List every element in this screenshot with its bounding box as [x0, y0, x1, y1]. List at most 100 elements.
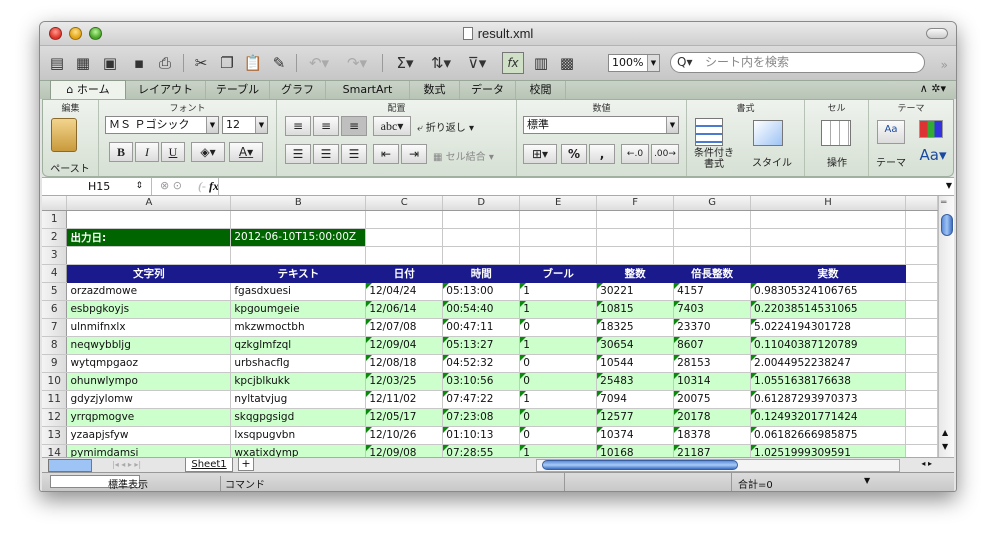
font-name-select[interactable]: ＭＳ Ｐゴシック ▼: [105, 116, 219, 134]
cell[interactable]: 整数: [596, 264, 675, 283]
cell[interactable]: [596, 228, 675, 247]
cell[interactable]: 1.0551638176638: [750, 372, 906, 391]
gallery-icon[interactable]: ▦: [72, 52, 94, 74]
tab-formulas[interactable]: 数式: [410, 81, 460, 100]
cell[interactable]: 03:10:56: [442, 372, 521, 391]
cell[interactable]: [442, 228, 521, 247]
tab-smartart[interactable]: SmartArt: [326, 81, 410, 100]
cell[interactable]: 2.0044952238247: [750, 354, 906, 373]
conditional-format-icon[interactable]: [695, 118, 723, 146]
cell[interactable]: 1.0251999309591: [750, 444, 906, 457]
cell-ops-icon[interactable]: [821, 120, 851, 146]
cell[interactable]: 05:13:27: [442, 336, 521, 355]
normal-view-icon[interactable]: [48, 459, 92, 472]
decrease-decimal-icon[interactable]: .00→: [651, 144, 679, 164]
cell[interactable]: neqwybbljg: [66, 336, 232, 355]
cell[interactable]: 8607: [673, 336, 752, 355]
wrap-text-button[interactable]: ⤶ 折り返し ▾: [417, 119, 487, 134]
cell[interactable]: 12/09/04: [365, 336, 444, 355]
zoom-select[interactable]: 100% ▼: [608, 54, 660, 72]
cell[interactable]: [673, 246, 752, 265]
column-header-B[interactable]: B: [230, 196, 367, 211]
sum-status[interactable]: 合計=0: [738, 476, 773, 491]
toolbar-toggle-button[interactable]: [926, 28, 948, 39]
cell[interactable]: [230, 246, 367, 265]
column-header-C[interactable]: C: [365, 196, 444, 211]
row-header[interactable]: 5: [42, 282, 68, 301]
cell[interactable]: [66, 246, 232, 265]
cell[interactable]: 時間: [442, 264, 521, 283]
cell[interactable]: 2012-06-10T15:00:00Z: [230, 228, 367, 247]
undo-icon[interactable]: ↶▾: [302, 52, 336, 74]
tab-data[interactable]: データ: [460, 81, 516, 100]
cell[interactable]: 0: [519, 408, 598, 427]
cell[interactable]: 20178: [673, 408, 752, 427]
align-left-icon[interactable]: ☰: [285, 144, 311, 164]
cell[interactable]: mkzwmoctbh: [230, 318, 367, 337]
spreadsheet-grid[interactable]: A B C D E F G H 1 2 出力日: 2012-06-10T15:00:00Z 3 4 文字列テ…: [42, 196, 938, 457]
cell[interactable]: 10544: [596, 354, 675, 373]
cell[interactable]: 0.22038514531065: [750, 300, 906, 319]
column-header-A[interactable]: A: [66, 196, 232, 211]
cell[interactable]: yzaapjsfyw: [66, 426, 232, 445]
increase-decimal-icon[interactable]: ←.0: [621, 144, 649, 164]
comma-button[interactable]: ,: [589, 144, 615, 164]
cell[interactable]: [365, 246, 444, 265]
cell[interactable]: 0.11040387120789: [750, 336, 906, 355]
cell[interactable]: gdyzjylomw: [66, 390, 232, 409]
cell[interactable]: 4157: [673, 282, 752, 301]
formula-input[interactable]: [218, 178, 940, 195]
cell[interactable]: テキスト: [230, 264, 367, 283]
sheet-nav-icon[interactable]: |◂ ◂ ▸ ▸|: [112, 460, 141, 469]
cell[interactable]: [365, 228, 444, 247]
cell[interactable]: 12/08/18: [365, 354, 444, 373]
row-header[interactable]: 4: [42, 264, 68, 283]
filter-icon[interactable]: ⊽▾: [462, 52, 492, 74]
cell[interactable]: 実数: [750, 264, 906, 283]
cell[interactable]: [750, 210, 906, 229]
decrease-indent-icon[interactable]: ⇤: [373, 144, 399, 164]
cell[interactable]: wytqmpgaoz: [66, 354, 232, 373]
cell[interactable]: 12/10/26: [365, 426, 444, 445]
cell[interactable]: 01:10:13: [442, 426, 521, 445]
paste-icon[interactable]: 📋: [242, 52, 264, 74]
copy-icon[interactable]: ❐: [216, 52, 238, 74]
cell[interactable]: 28153: [673, 354, 752, 373]
currency-icon[interactable]: ⊞▾: [523, 144, 557, 164]
sheet-tab[interactable]: Sheet1: [185, 458, 233, 472]
cell[interactable]: 7094: [596, 390, 675, 409]
horizontal-scroll-thumb[interactable]: [542, 460, 738, 470]
column-header-E[interactable]: E: [519, 196, 598, 211]
toolbar-overflow-icon[interactable]: »: [941, 58, 948, 72]
row-header[interactable]: 14: [42, 444, 68, 457]
row-header[interactable]: 2: [42, 228, 68, 247]
underline-button[interactable]: U: [161, 142, 185, 162]
redo-icon[interactable]: ↷▾: [340, 52, 374, 74]
cell[interactable]: 21187: [673, 444, 752, 457]
align-bottom-icon[interactable]: ≡: [341, 116, 367, 136]
cell[interactable]: [519, 210, 598, 229]
align-middle-icon[interactable]: ≡: [313, 116, 339, 136]
cell-style-icon[interactable]: [753, 120, 783, 146]
insert-function-button[interactable]: (- fx: [198, 179, 219, 194]
cell[interactable]: [673, 210, 752, 229]
cell[interactable]: 12/03/25: [365, 372, 444, 391]
tab-home[interactable]: ⌂ ホーム: [50, 80, 126, 101]
cell[interactable]: [750, 246, 906, 265]
cell[interactable]: 0: [519, 318, 598, 337]
scroll-up-icon[interactable]: ▲: [942, 428, 948, 437]
theme-colors-icon[interactable]: [919, 120, 943, 138]
row-header[interactable]: 10: [42, 372, 68, 391]
cell[interactable]: 18325: [596, 318, 675, 337]
italic-button[interactable]: I: [135, 142, 159, 162]
cell[interactable]: 30654: [596, 336, 675, 355]
align-top-icon[interactable]: ≡: [285, 116, 311, 136]
cell[interactable]: orzazdmowe: [66, 282, 232, 301]
cell[interactable]: [365, 210, 444, 229]
cell[interactable]: 12/11/02: [365, 390, 444, 409]
vertical-scroll-thumb[interactable]: [941, 214, 953, 236]
cell[interactable]: 0: [519, 372, 598, 391]
cell[interactable]: 0.12493201771424: [750, 408, 906, 427]
cell[interactable]: 12/09/08: [365, 444, 444, 457]
tab-charts[interactable]: グラフ: [270, 81, 326, 100]
